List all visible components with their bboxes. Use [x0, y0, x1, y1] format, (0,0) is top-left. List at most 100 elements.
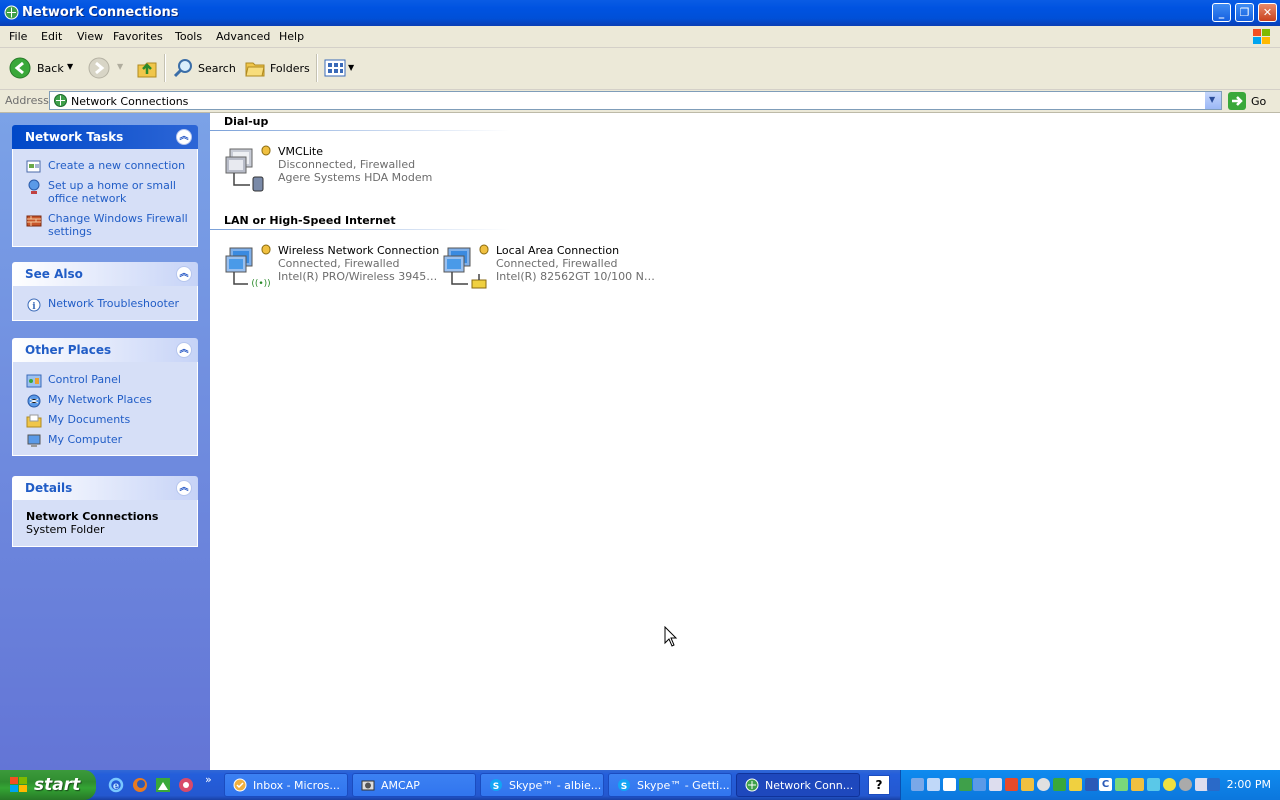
- tray-icon[interactable]: [1131, 778, 1144, 791]
- address-dropdown-button[interactable]: ▼: [1204, 92, 1221, 109]
- home-network-label: Set up a home or small office network: [48, 179, 176, 205]
- my-network-places-label: My Network Places: [48, 393, 152, 406]
- svg-text:S: S: [493, 782, 499, 792]
- tray-icon[interactable]: [959, 778, 972, 791]
- picasa-icon[interactable]: [155, 777, 171, 793]
- task-label: AMCAP: [381, 779, 420, 792]
- task-button-skype-1[interactable]: S Skype™ - albie...: [480, 773, 604, 797]
- collapse-chevron-icon[interactable]: ︽: [176, 342, 192, 358]
- task-label: Skype™ - albie...: [509, 779, 602, 792]
- tray-icon[interactable]: [943, 778, 956, 791]
- tray-icon[interactable]: [1005, 778, 1018, 791]
- svg-text:((•)): ((•)): [251, 279, 270, 289]
- views-button[interactable]: ▼: [322, 54, 358, 82]
- see-also-header[interactable]: See Also ︽: [12, 262, 198, 286]
- menu-file[interactable]: File: [9, 30, 27, 43]
- task-button-amcap[interactable]: AMCAP: [352, 773, 476, 797]
- task-label: Inbox - Micros...: [253, 779, 340, 792]
- quick-launch-expand-icon[interactable]: »: [205, 773, 212, 786]
- back-label: Back: [37, 62, 64, 75]
- task-button-network-connections[interactable]: Network Conn...: [736, 773, 860, 797]
- control-panel-link[interactable]: Control Panel: [13, 373, 197, 388]
- menu-bar: File Edit View Favorites Tools Advanced …: [0, 26, 1280, 48]
- maximize-button[interactable]: ❐: [1235, 3, 1254, 22]
- address-input[interactable]: Network Connections ▼: [49, 91, 1222, 110]
- network-tasks-header[interactable]: Network Tasks ︽: [12, 125, 198, 149]
- network-connections-icon: [4, 5, 19, 20]
- tray-icon[interactable]: [973, 778, 986, 791]
- details-type: System Folder: [26, 523, 105, 536]
- up-folder-icon[interactable]: [136, 57, 158, 79]
- other-places-header[interactable]: Other Places ︽: [12, 338, 198, 362]
- menu-advanced[interactable]: Advanced: [216, 30, 270, 43]
- menu-help[interactable]: Help: [279, 30, 304, 43]
- my-documents-label: My Documents: [48, 413, 131, 426]
- my-computer-link[interactable]: My Computer: [13, 433, 197, 447]
- start-label: start: [34, 775, 81, 795]
- help-button[interactable]: ?: [868, 775, 890, 795]
- collapse-chevron-icon[interactable]: ︽: [176, 266, 192, 282]
- network-troubleshooter-link[interactable]: i Network Troubleshooter: [13, 297, 197, 312]
- tray-icon[interactable]: [927, 778, 940, 791]
- forward-button[interactable]: ▼: [86, 54, 126, 82]
- search-button[interactable]: Search: [170, 54, 236, 82]
- task-button-inbox[interactable]: Inbox - Micros...: [224, 773, 348, 797]
- tray-icon[interactable]: [911, 778, 924, 791]
- details-header[interactable]: Details ︽: [12, 476, 198, 500]
- close-icon: ✕: [1262, 6, 1273, 19]
- windows-logo-icon: [1253, 29, 1270, 44]
- collapse-chevron-icon[interactable]: ︽: [176, 480, 192, 496]
- minimize-button[interactable]: _: [1212, 3, 1231, 22]
- folders-label: Folders: [270, 62, 310, 75]
- firefox-icon[interactable]: [132, 777, 148, 793]
- title-bar[interactable]: Network Connections _ ❐ ✕: [0, 0, 1280, 26]
- tray-icon[interactable]: [1021, 778, 1034, 791]
- tray-icon[interactable]: C: [1099, 778, 1112, 791]
- close-button[interactable]: ✕: [1258, 3, 1277, 22]
- camera-icon: [361, 780, 375, 791]
- ie-icon[interactable]: e: [108, 777, 124, 793]
- tray-icon[interactable]: [1163, 778, 1176, 791]
- details-name: Network Connections: [26, 510, 159, 523]
- menu-view[interactable]: View: [77, 30, 103, 43]
- tray-icon[interactable]: [1207, 778, 1220, 791]
- mouse-cursor-icon: [664, 626, 678, 647]
- other-places-panel: Other Places ︽ Control Panel My Network …: [12, 338, 198, 456]
- start-button[interactable]: start: [0, 770, 96, 800]
- skype-icon: S: [490, 779, 502, 792]
- connection-item-lan[interactable]: Local Area Connection Connected, Firewal…: [442, 244, 657, 294]
- back-dropdown-icon[interactable]: ▼: [67, 62, 73, 71]
- connection-item-wireless[interactable]: ((•)) Wireless Network Connection Connec…: [224, 244, 439, 294]
- tray-icon[interactable]: [1179, 778, 1192, 791]
- menu-edit[interactable]: Edit: [41, 30, 62, 43]
- firewall-settings-link[interactable]: Change Windows Firewall settings: [13, 212, 197, 238]
- my-documents-link[interactable]: My Documents: [13, 413, 197, 428]
- tray-icon[interactable]: [1147, 778, 1160, 791]
- go-button[interactable]: Go: [1228, 92, 1278, 110]
- connection-item-vmclite[interactable]: VMCLite Disconnected, Firewalled Agere S…: [224, 145, 439, 195]
- tray-icon[interactable]: [989, 778, 1002, 791]
- tray-icon[interactable]: [1053, 778, 1066, 791]
- menu-favorites[interactable]: Favorites: [113, 30, 163, 43]
- group-divider: [210, 229, 510, 230]
- folders-button[interactable]: Folders: [242, 54, 312, 82]
- my-network-places-link[interactable]: My Network Places: [13, 393, 197, 408]
- tray-icon[interactable]: [1115, 778, 1128, 791]
- menu-tools[interactable]: Tools: [175, 30, 202, 43]
- dialup-connection-icon: [225, 145, 271, 192]
- clock[interactable]: 2:00 PM: [1227, 778, 1271, 791]
- tray-icon[interactable]: [1069, 778, 1082, 791]
- tray-icon[interactable]: [1037, 778, 1050, 791]
- collapse-chevron-icon[interactable]: ︽: [176, 129, 192, 145]
- back-arrow-icon: [9, 57, 31, 79]
- back-button[interactable]: Back ▼: [6, 54, 78, 82]
- create-new-connection-link[interactable]: Create a new connection: [13, 159, 197, 173]
- home-network-link[interactable]: Set up a home or small office network: [13, 179, 197, 205]
- details-title: Details: [25, 481, 73, 495]
- go-arrow-icon: [1228, 92, 1246, 110]
- media-icon[interactable]: [178, 777, 194, 793]
- taskbar: start e » Inbox - Micros... AMCAP S Skyp…: [0, 770, 1280, 800]
- tray-icon[interactable]: [1085, 778, 1098, 791]
- task-button-skype-2[interactable]: S Skype™ - Getti...: [608, 773, 732, 797]
- connections-view: Dial-up VMCLite Disconnected, Firewalled…: [210, 113, 1280, 770]
